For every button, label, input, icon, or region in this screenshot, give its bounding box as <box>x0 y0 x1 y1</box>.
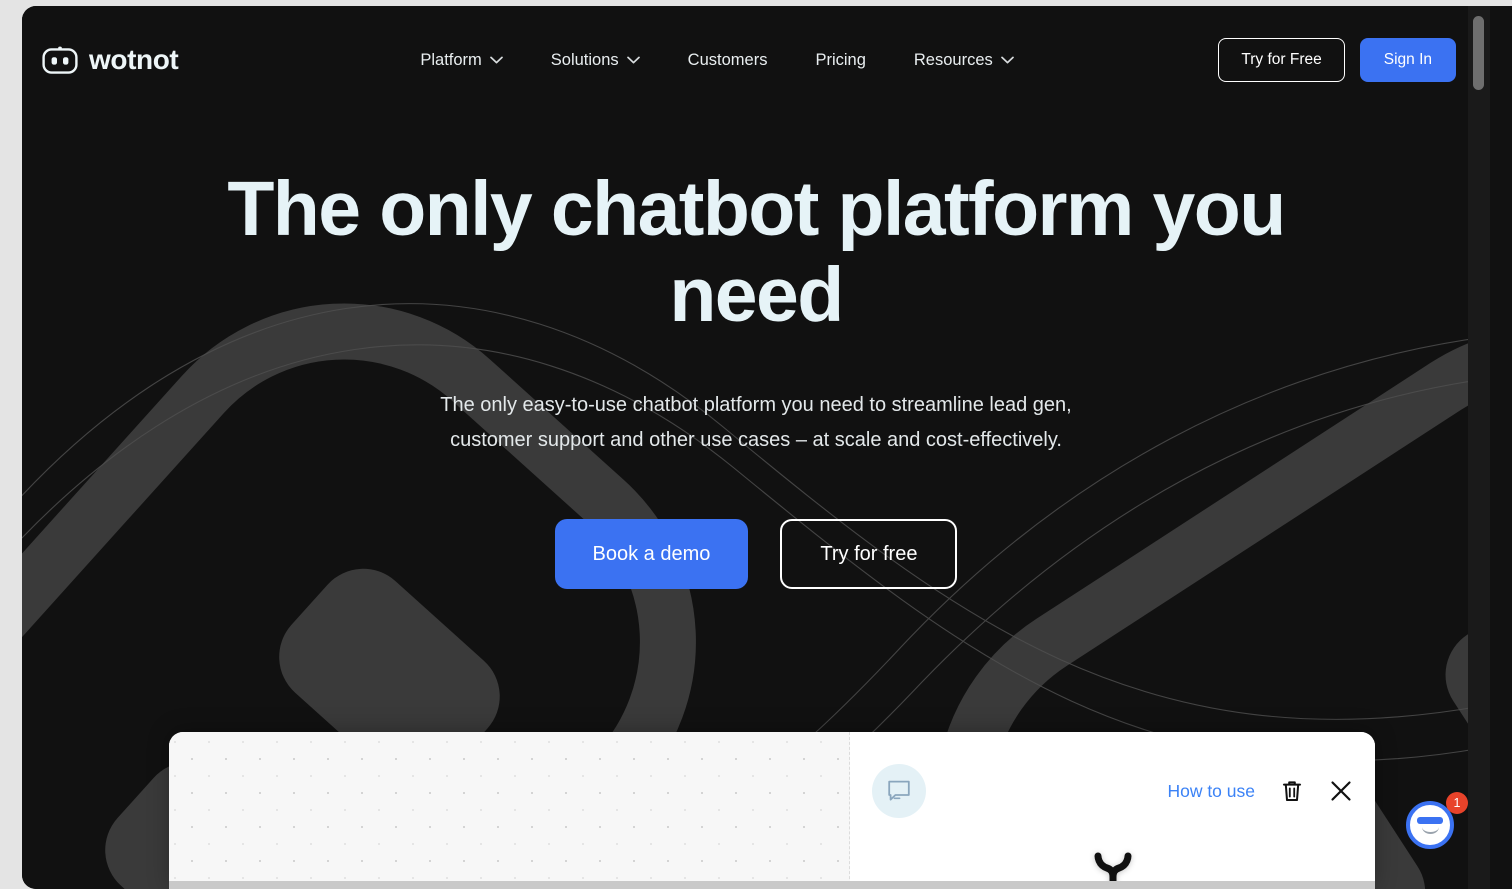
page-scrollbar-track[interactable] <box>1468 6 1490 889</box>
hero-content: The only chatbot platform you need The o… <box>22 166 1490 589</box>
close-x-icon <box>1331 781 1351 801</box>
card-bottom-bar <box>169 881 1375 889</box>
brand-name-text: wotnot <box>89 44 179 75</box>
nav-links-group: Platform Solutions Customers Pricing Res… <box>396 41 1037 80</box>
browser-window-frame: wotnot Platform Solutions Customers Pric… <box>0 0 1512 889</box>
product-preview-card: How to use <box>169 732 1375 889</box>
trash-icon <box>1283 781 1301 801</box>
chevron-down-icon <box>489 56 503 64</box>
unread-badge: 1 <box>1446 792 1468 814</box>
hero-cta-row: Book a demo Try for free <box>22 519 1490 589</box>
flow-builder-canvas[interactable] <box>169 732 850 889</box>
hero-headline: The only chatbot platform you need <box>227 166 1286 338</box>
bot-visor <box>1417 816 1443 824</box>
nav-item-solutions[interactable]: Solutions <box>527 41 664 80</box>
chat-preview-pane: How to use <box>851 732 1375 889</box>
chat-widget-launcher[interactable]: 1 <box>1406 792 1468 849</box>
speech-bubble-icon <box>888 780 910 801</box>
book-a-demo-button[interactable]: Book a demo <box>554 519 749 589</box>
delete-conversation-button[interactable] <box>1281 779 1303 803</box>
hero-section: wotnot Platform Solutions Customers Pric… <box>22 6 1490 889</box>
bot-smile <box>1421 827 1439 834</box>
avatar <box>872 764 926 818</box>
robot-face-logo-icon <box>42 46 78 74</box>
chevron-down-icon <box>626 56 640 64</box>
nav-item-label: Pricing <box>815 50 866 69</box>
try-for-free-button[interactable]: Try for free <box>780 519 958 589</box>
how-to-use-link[interactable]: How to use <box>1167 781 1255 802</box>
nav-item-label: Resources <box>913 50 993 69</box>
nav-actions-group: Try for Free Sign In <box>1218 38 1456 82</box>
nav-item-label: Solutions <box>550 50 619 69</box>
sign-in-button[interactable]: Sign In <box>1359 38 1456 82</box>
chat-header-actions: How to use <box>1167 779 1353 803</box>
page-viewport: wotnot Platform Solutions Customers Pric… <box>22 6 1512 889</box>
nav-item-pricing[interactable]: Pricing <box>791 41 889 80</box>
try-for-free-nav-button[interactable]: Try for Free <box>1218 38 1345 82</box>
page-scrollbar-thumb[interactable] <box>1473 16 1484 90</box>
nav-item-label: Customers <box>687 50 768 69</box>
chat-preview-header: How to use <box>851 762 1375 820</box>
nav-item-resources[interactable]: Resources <box>890 41 1038 80</box>
nav-item-platform[interactable]: Platform <box>396 41 526 80</box>
brand-logo-link[interactable]: wotnot <box>42 44 179 76</box>
nav-item-customers[interactable]: Customers <box>664 41 792 80</box>
close-chat-button[interactable] <box>1329 779 1353 803</box>
chevron-down-icon <box>1000 56 1014 64</box>
hero-subheadline: The only easy-to-use chatbot platform yo… <box>440 394 1072 451</box>
nav-item-label: Platform <box>420 50 482 69</box>
main-navigation-bar: wotnot Platform Solutions Customers Pric… <box>22 6 1490 114</box>
